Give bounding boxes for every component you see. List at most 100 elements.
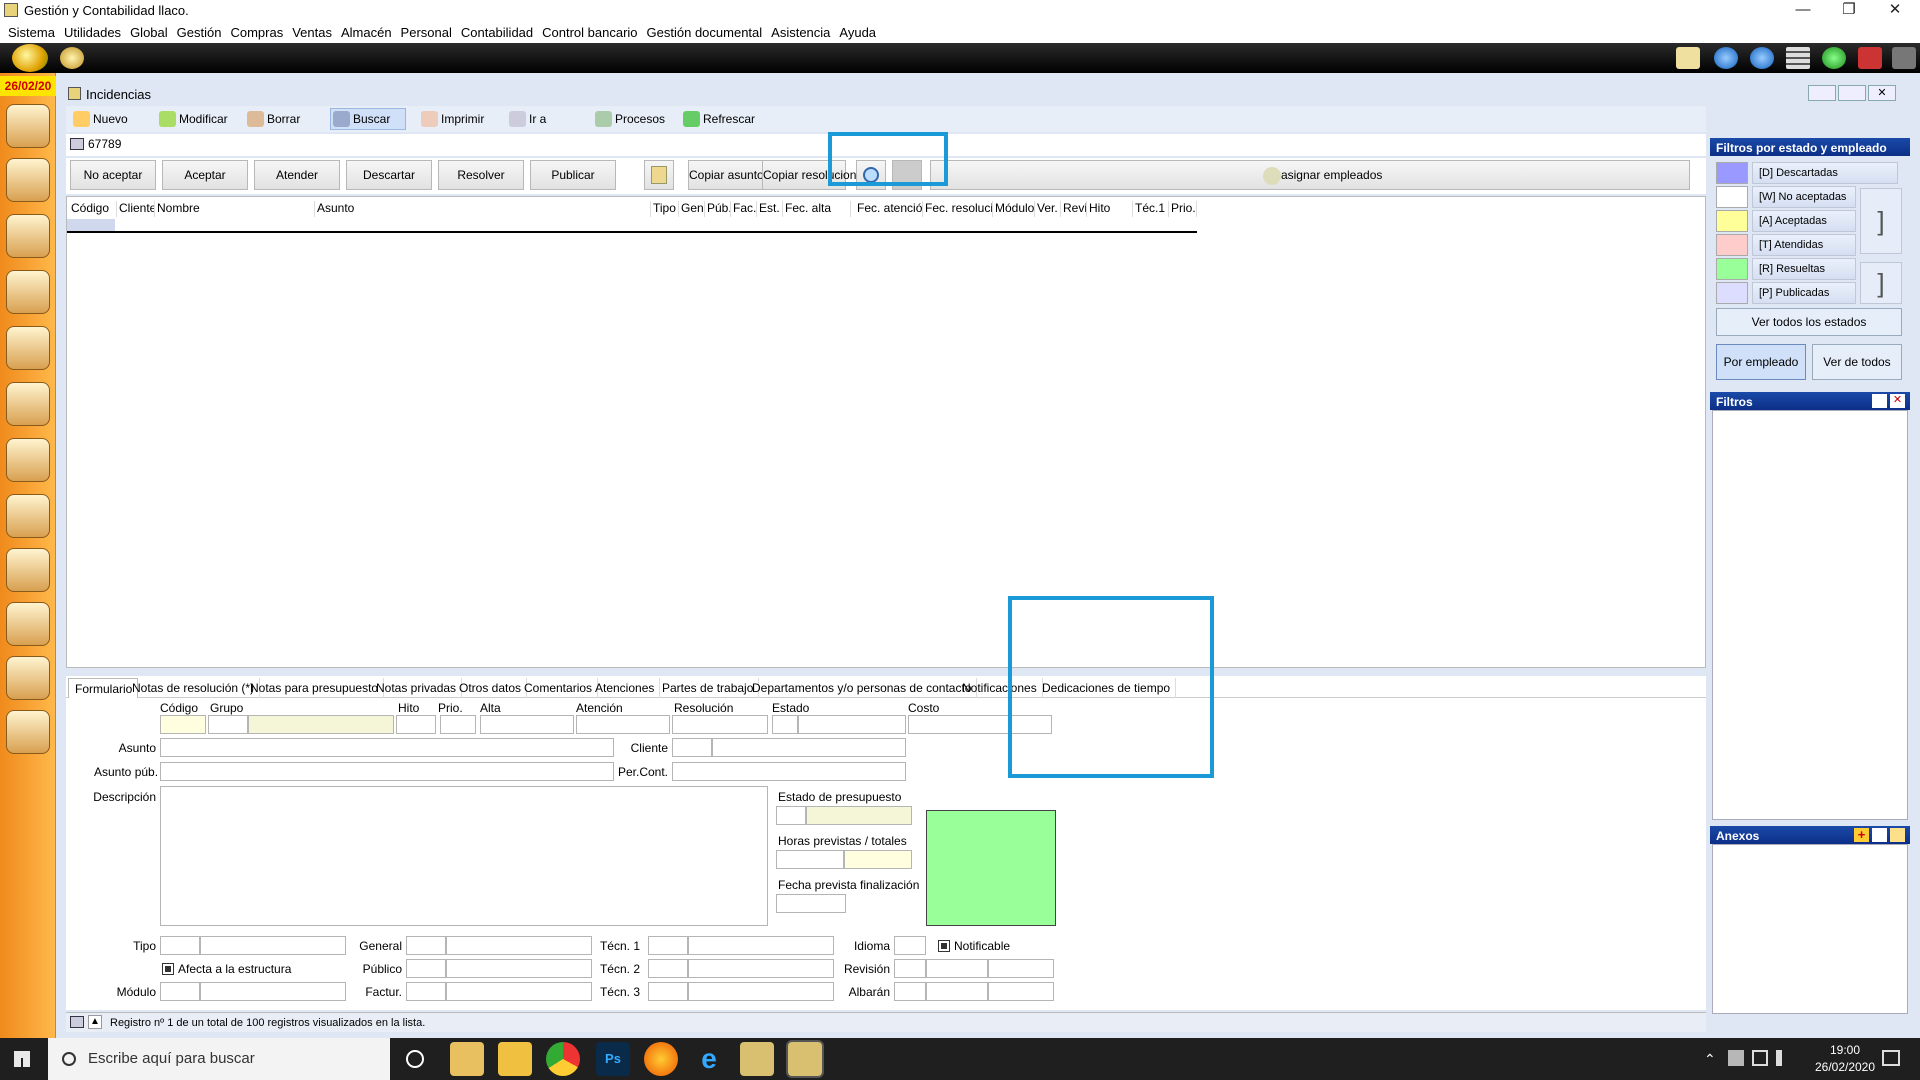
- restore-button[interactable]: ❐: [1826, 0, 1872, 22]
- tecn1-name-input[interactable]: [688, 936, 834, 955]
- descripcion-textarea[interactable]: [160, 786, 768, 926]
- tab-atenciones[interactable]: Atenciones: [589, 678, 661, 698]
- minimize-button[interactable]: —: [1780, 0, 1826, 22]
- col-pub[interactable]: Púb.: [705, 201, 731, 217]
- col-cliente[interactable]: Cliente: [117, 201, 155, 217]
- tipo-code-input[interactable]: [160, 936, 200, 955]
- photoshop-icon[interactable]: Ps: [596, 1042, 630, 1076]
- procesos-button[interactable]: Procesos: [592, 108, 670, 130]
- horas-totales-input[interactable]: [844, 850, 912, 869]
- taskbar-search-input[interactable]: Escribe aquí para buscar: [48, 1038, 390, 1080]
- filter-descartadas[interactable]: [D] Descartadas: [1752, 162, 1898, 184]
- windows-start-icon[interactable]: [14, 1051, 30, 1067]
- ver-de-todos-button[interactable]: Ver de todos: [1812, 344, 1902, 380]
- f-document-icon[interactable]: [6, 438, 50, 482]
- list-icon[interactable]: [6, 656, 50, 700]
- chevron-up-icon[interactable]: ▲: [88, 1015, 102, 1029]
- keyboard-icon[interactable]: [70, 1016, 84, 1028]
- prio-input[interactable]: [440, 715, 476, 734]
- horas-previstas-input[interactable]: [776, 850, 844, 869]
- cliente-name-input[interactable]: [712, 738, 906, 757]
- tab-notas-presupuesto[interactable]: Notas para presupuesto: [244, 678, 385, 698]
- alta-input[interactable]: [480, 715, 574, 734]
- albaran-a-input[interactable]: [894, 982, 926, 1001]
- menu-utilidades[interactable]: Utilidades: [62, 22, 128, 43]
- col-hito[interactable]: Hito: [1087, 201, 1133, 217]
- fecha-fin-input[interactable]: [776, 894, 846, 913]
- gear-icon[interactable]: [60, 47, 84, 69]
- aceptar-button[interactable]: Aceptar: [162, 160, 248, 190]
- col-asunto[interactable]: Asunto: [315, 201, 651, 217]
- publicar-button[interactable]: Publicar: [530, 160, 616, 190]
- box-icon[interactable]: [6, 602, 50, 646]
- menu-ayuda[interactable]: Ayuda: [837, 22, 883, 43]
- buscar-button[interactable]: Buscar: [330, 108, 406, 130]
- tipo-name-input[interactable]: [200, 936, 346, 955]
- col-codigo[interactable]: Código: [69, 201, 117, 217]
- user-p-icon[interactable]: [6, 270, 50, 314]
- resolver-button[interactable]: Resolver: [438, 160, 524, 190]
- publico-name-input[interactable]: [446, 959, 592, 978]
- col-fac[interactable]: Fac.: [731, 201, 757, 217]
- filtros-close-icon[interactable]: ✕: [1890, 394, 1905, 408]
- dropbox-icon[interactable]: [1728, 1050, 1744, 1066]
- estado-code-input[interactable]: [772, 715, 798, 734]
- menu-almacen[interactable]: Almacén: [339, 22, 399, 43]
- col-fec-resolucion[interactable]: Fec. resolució: [923, 201, 993, 217]
- col-revi[interactable]: Revi: [1061, 201, 1087, 217]
- child-minimize-button[interactable]: [1808, 85, 1836, 101]
- menu-contabilidad[interactable]: Contabilidad: [459, 22, 540, 43]
- estado-input[interactable]: [798, 715, 906, 734]
- tab-comentarios[interactable]: Comentarios: [518, 678, 599, 698]
- tecn3-code-input[interactable]: [648, 982, 688, 1001]
- anexos-folder-icon[interactable]: [1890, 828, 1905, 842]
- clock-time[interactable]: 19:00: [1800, 1043, 1890, 1057]
- child-restore-button[interactable]: [1838, 85, 1866, 101]
- col-tec1[interactable]: Téc.1: [1133, 201, 1169, 217]
- incidencias-grid[interactable]: Código Cliente Nombre Asunto Tipo Gen. P…: [66, 196, 1706, 668]
- resolucion-input[interactable]: [672, 715, 768, 734]
- user-icon[interactable]: [6, 214, 50, 258]
- factur-name-input[interactable]: [446, 982, 592, 1001]
- tecn2-name-input[interactable]: [688, 959, 834, 978]
- factur-code-input[interactable]: [406, 982, 446, 1001]
- search-input[interactable]: 67789: [88, 136, 288, 153]
- filter-no-aceptadas[interactable]: [W] No aceptadas: [1752, 186, 1856, 208]
- selected-row[interactable]: [67, 219, 115, 231]
- revision-a-input[interactable]: [894, 959, 926, 978]
- filter-resueltas[interactable]: [R] Resueltas: [1752, 258, 1856, 280]
- codigo-input[interactable]: [160, 715, 206, 734]
- filtros-edit-icon[interactable]: [1872, 394, 1887, 408]
- menu-compras[interactable]: Compras: [228, 22, 290, 43]
- menu-personal[interactable]: Personal: [399, 22, 459, 43]
- asunto-pub-input[interactable]: [160, 762, 614, 781]
- filter-publicadas[interactable]: [P] Publicadas: [1752, 282, 1856, 304]
- clock-date[interactable]: 26/02/2020: [1800, 1060, 1890, 1074]
- nuevo-button[interactable]: Nuevo: [70, 108, 133, 130]
- afecta-estructura-checkbox[interactable]: [162, 963, 174, 975]
- menu-global[interactable]: Global: [128, 22, 175, 43]
- col-nombre[interactable]: Nombre: [155, 201, 315, 217]
- albaran-b-input[interactable]: [926, 982, 988, 1001]
- ver-todos-estados-button[interactable]: Ver todos los estados: [1716, 308, 1902, 336]
- menu-asistencia[interactable]: Asistencia: [769, 22, 837, 43]
- users-icon[interactable]: [6, 104, 50, 148]
- back-arrow-icon[interactable]: [1714, 47, 1738, 69]
- tab-departamentos[interactable]: Departamentos y/o personas de contacto: [746, 678, 978, 698]
- taskbar-app-3-icon[interactable]: [788, 1042, 822, 1076]
- idioma-input[interactable]: [894, 936, 926, 955]
- copiar-asunto-button[interactable]: Copiar asunto: [688, 160, 764, 190]
- general-code-input[interactable]: [406, 936, 446, 955]
- reasignar-empleados-button[interactable]: Reasignar empleados: [930, 160, 1690, 190]
- user-a-icon[interactable]: [6, 326, 50, 370]
- taskbar-app-1-icon[interactable]: [450, 1042, 484, 1076]
- general-name-input[interactable]: [446, 936, 592, 955]
- atencion-input[interactable]: [576, 715, 670, 734]
- tab-otros-datos[interactable]: Otros datos: [453, 678, 528, 698]
- taskbar-app-2-icon[interactable]: [740, 1042, 774, 1076]
- group-bracket-2[interactable]: ]: [1860, 262, 1902, 304]
- tecn2-code-input[interactable]: [648, 959, 688, 978]
- disc-icon[interactable]: [6, 710, 50, 754]
- menu-ventas[interactable]: Ventas: [290, 22, 339, 43]
- presupuesto-estado-input[interactable]: [806, 806, 912, 825]
